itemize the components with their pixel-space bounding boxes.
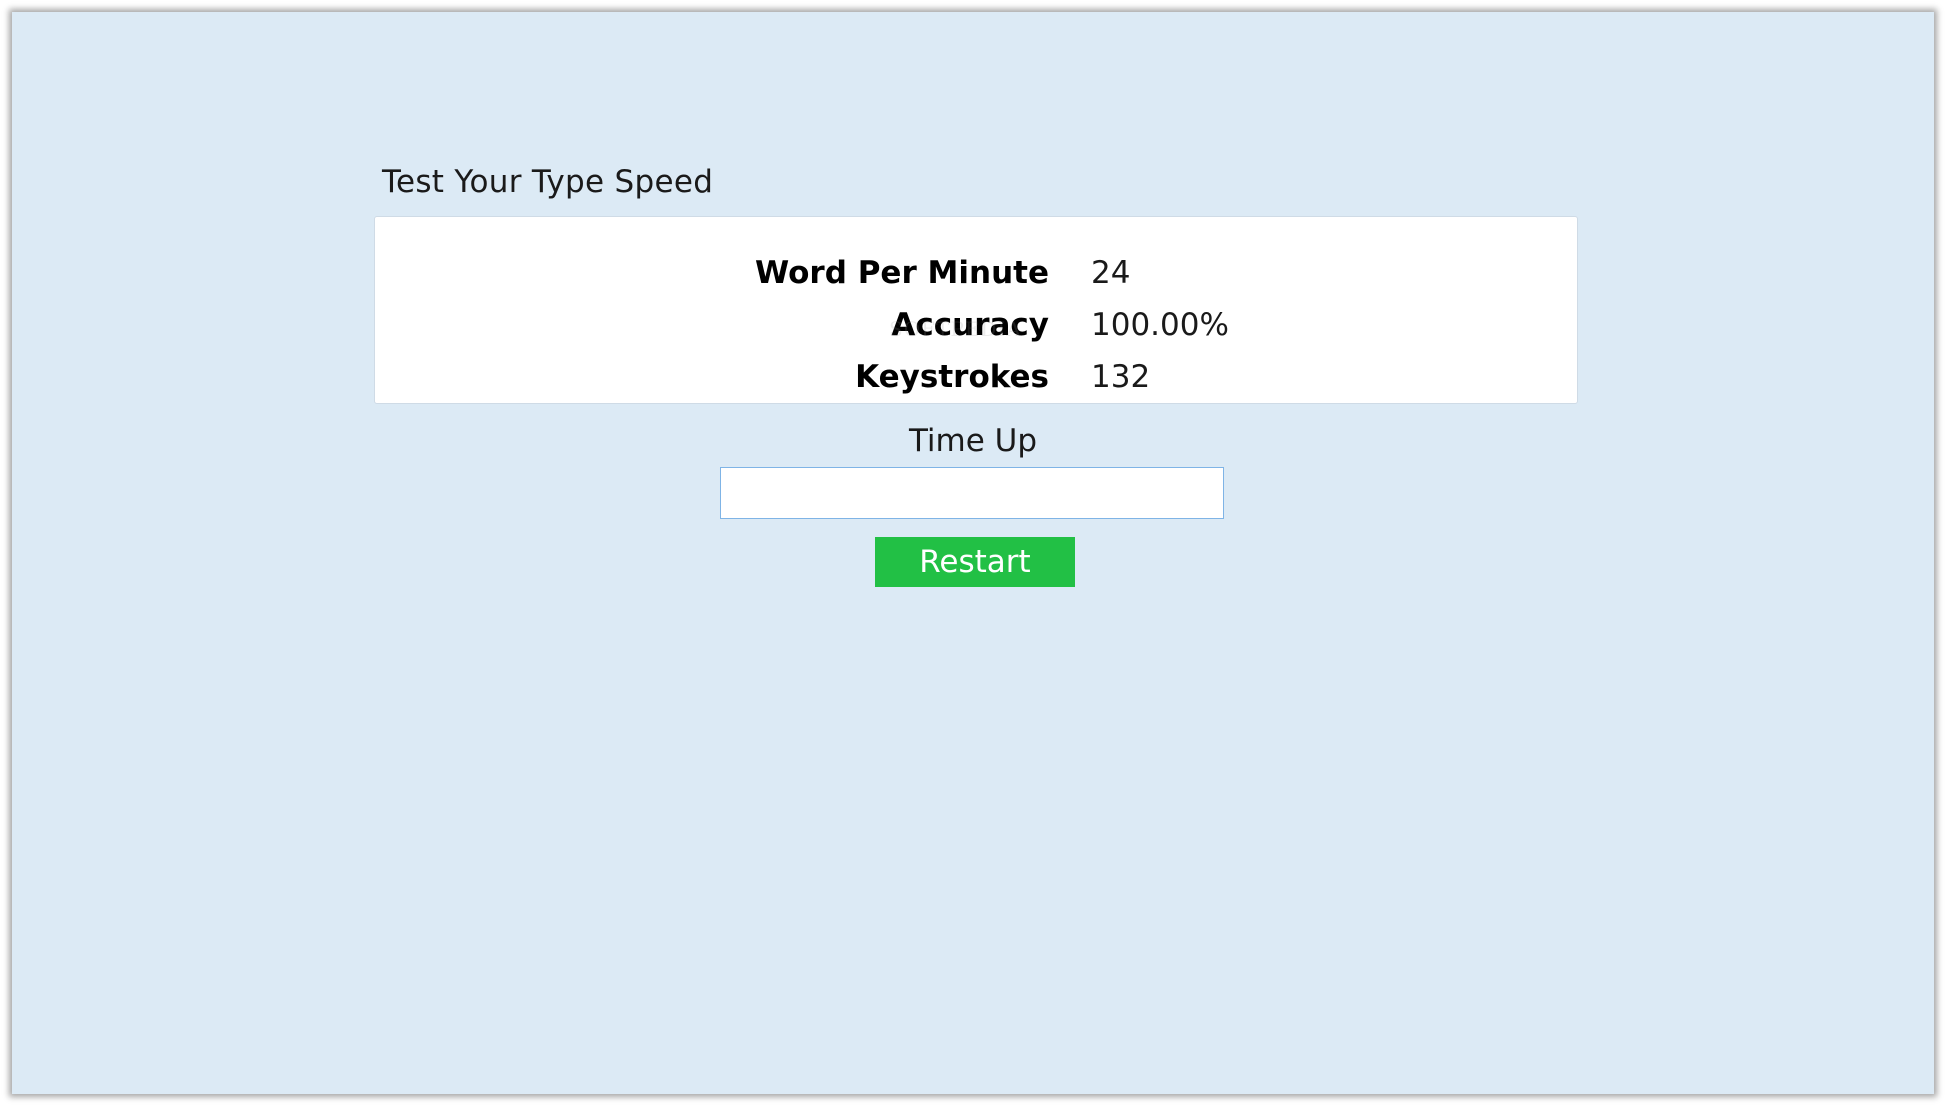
result-row-wpm: Word Per Minute 24 — [375, 247, 1577, 299]
status-message: Time Up — [908, 423, 1038, 459]
app-window: Test Your Type Speed Word Per Minute 24 … — [12, 12, 1934, 1094]
keystrokes-label: Keystrokes — [855, 359, 1049, 395]
wpm-value: 24 — [1091, 255, 1131, 291]
app-title: Test Your Type Speed — [382, 164, 714, 200]
watermark: SOFTPEDIA — [889, 317, 1022, 341]
restart-button[interactable]: Restart — [875, 537, 1075, 587]
result-row-keystrokes: Keystrokes 132 — [375, 351, 1577, 403]
wpm-label: Word Per Minute — [755, 255, 1049, 291]
accuracy-value: 100.00% — [1091, 307, 1229, 343]
typing-input[interactable] — [720, 467, 1224, 519]
keystrokes-value: 132 — [1091, 359, 1151, 395]
results-panel: Word Per Minute 24 Accuracy 100.00% Keys… — [374, 216, 1578, 404]
